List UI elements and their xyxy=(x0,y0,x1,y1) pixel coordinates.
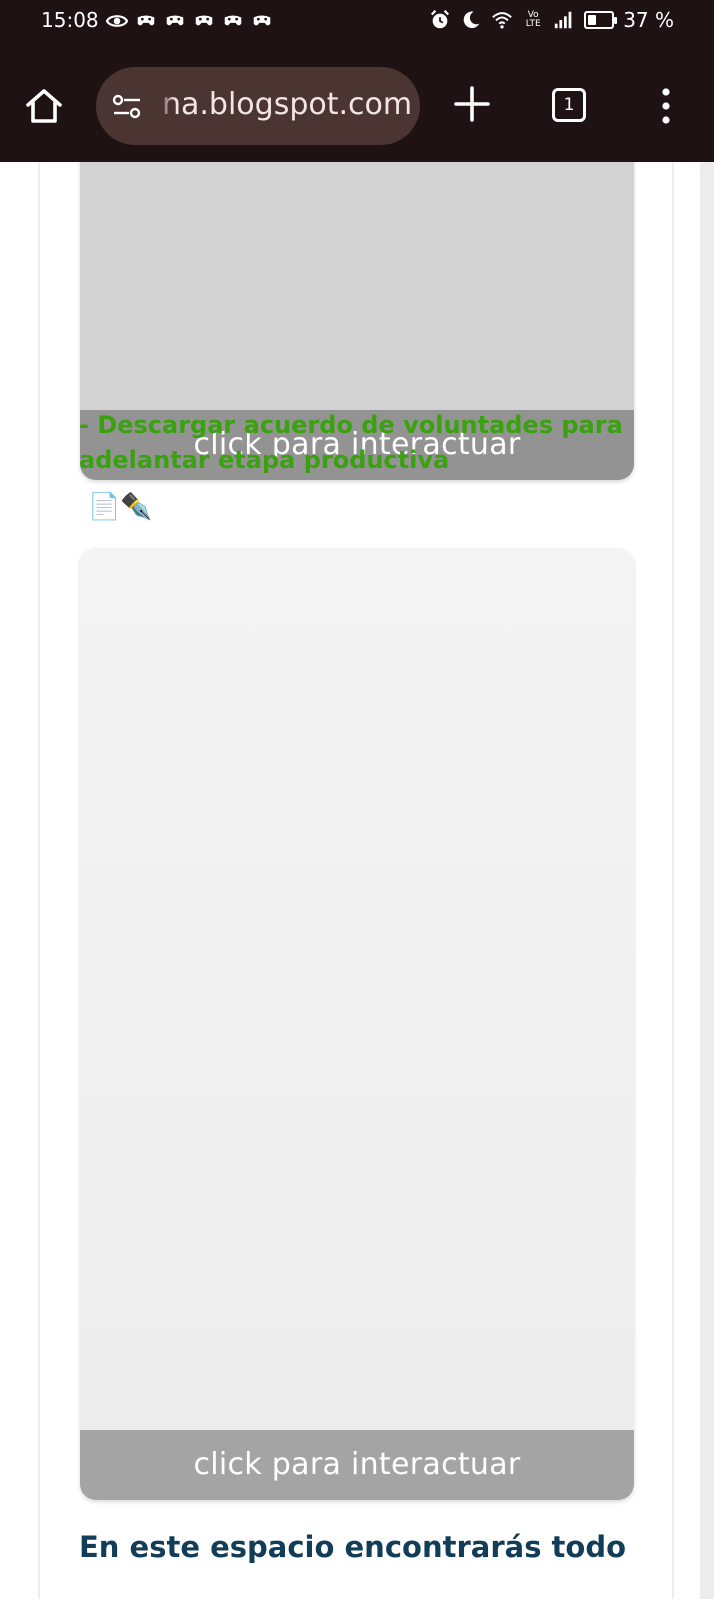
game-controller-icon xyxy=(137,15,155,26)
tabs-icon[interactable]: 1 xyxy=(552,88,586,122)
alarm-icon xyxy=(431,10,450,29)
status-time: 15:08 xyxy=(41,8,99,32)
click-to-interact-bar[interactable]: click para interactuar xyxy=(80,1430,634,1500)
volte-bottom-label: LTE xyxy=(525,19,541,29)
notification-icons xyxy=(106,10,273,32)
document-pen-emoji: 📄✒️ xyxy=(88,492,153,522)
status-bar: 15:08 Vo LTE 37 % xyxy=(0,0,714,46)
embedded-document-preview[interactable]: click para interactuar xyxy=(80,548,634,1500)
section-heading: En este espacio encontrarás todo xyxy=(79,1530,627,1564)
game-controller-icon xyxy=(166,15,184,26)
download-agreement-link[interactable]: - Descargar acuerdo de voluntades para a… xyxy=(79,408,639,478)
moon-icon xyxy=(463,11,480,29)
volte-icon: Vo LTE xyxy=(522,11,544,29)
game-controller-icon xyxy=(224,15,242,26)
signal-icon xyxy=(555,11,572,29)
more-vert-icon[interactable] xyxy=(654,86,678,126)
tab-count: 1 xyxy=(563,95,575,115)
game-controller-icon xyxy=(253,15,271,26)
url-fade xyxy=(156,83,176,129)
game-controller-icon xyxy=(195,15,213,26)
page-content: click para interactuar - Descargar acuer… xyxy=(0,162,714,1599)
browser-toolbar: na.blogspot.com 1 xyxy=(0,46,714,162)
eye-icon xyxy=(106,15,128,27)
battery-icon xyxy=(584,11,618,29)
battery-percentage: 37 % xyxy=(623,8,674,32)
plus-icon[interactable] xyxy=(452,84,492,124)
wifi-icon xyxy=(492,12,513,29)
battery-level-fill xyxy=(588,15,597,25)
url-text[interactable]: na.blogspot.com xyxy=(162,87,412,122)
home-icon[interactable] xyxy=(22,84,66,128)
status-right-icons: Vo LTE 37 % xyxy=(429,8,674,32)
address-bar[interactable]: na.blogspot.com xyxy=(96,67,420,145)
page-edge xyxy=(700,162,714,1599)
site-settings-icon[interactable] xyxy=(112,94,142,120)
